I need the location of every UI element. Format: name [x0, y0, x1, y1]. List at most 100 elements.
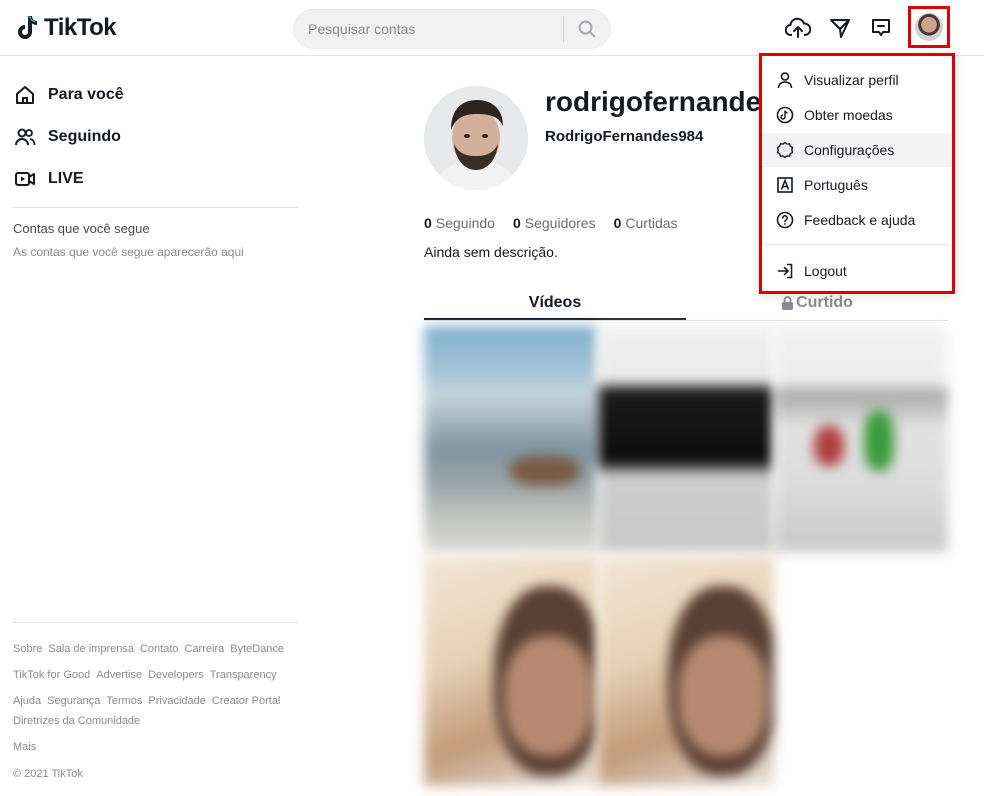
footer-link[interactable]: Creator Portal [212, 695, 280, 707]
tab-videos[interactable]: Vídeos [424, 286, 686, 320]
footer-link[interactable]: TikTok for Good [13, 669, 90, 681]
video-thumbnail[interactable] [598, 556, 774, 786]
search-button[interactable] [564, 9, 610, 49]
user-icon [777, 72, 793, 89]
sidebar-divider [12, 207, 298, 208]
menu-item-label: Feedback e ajuda [804, 212, 916, 228]
inbox-button[interactable] [826, 14, 854, 42]
upload-button[interactable] [784, 14, 812, 42]
tab-videos-label: Vídeos [528, 294, 582, 311]
video-grid [424, 326, 948, 786]
footer-link[interactable]: Diretrizes da Comunidade [13, 715, 140, 727]
tab-liked-label: Curtido [796, 294, 853, 311]
profile-avatar [424, 86, 528, 190]
following-accounts-empty: As contas que você segue aparecerão aqui [13, 245, 244, 259]
menu-divider [766, 244, 950, 245]
menu-item-view-profile[interactable]: Visualizar perfil [762, 63, 952, 97]
sidebar-item-para-voce[interactable]: Para você [14, 84, 124, 106]
menu-item-feedback-help[interactable]: Feedback e ajuda [762, 203, 952, 237]
inbox-send-icon [830, 19, 850, 38]
menu-item-label: Visualizar perfil [804, 72, 899, 88]
footer-link[interactable]: Ajuda [13, 695, 41, 707]
settings-gear-icon [776, 141, 794, 159]
footer-link[interactable]: Developers [148, 669, 204, 681]
avatar [915, 13, 943, 41]
profile-username: rodrigofernandes [545, 86, 760, 117]
sidebar: Para você Seguindo LIVE Contas que você … [0, 56, 300, 796]
sidebar-item-label: LIVE [48, 170, 84, 187]
sidebar-item-label: Para você [48, 86, 124, 103]
footer-copyright: © 2021 TikTok [13, 768, 83, 780]
tiktok-note-icon [18, 16, 37, 39]
search-icon [578, 20, 596, 38]
footer-link[interactable]: Sobre [13, 643, 42, 655]
upload-cloud-icon [785, 17, 811, 38]
thumb-detail [510, 456, 580, 486]
thumb-detail [678, 636, 768, 756]
footer-link[interactable]: Termos [106, 695, 142, 707]
video-thumbnail[interactable] [774, 326, 948, 552]
menu-item-label: Português [804, 177, 868, 193]
sidebar-item-seguindo[interactable]: Seguindo [14, 126, 121, 148]
sidebar-divider [12, 622, 298, 623]
profile-stats: 0 Seguindo 0 Seguidores 0 Curtidas [424, 215, 678, 231]
lock-icon [782, 296, 794, 310]
language-icon [777, 177, 793, 193]
home-icon [16, 86, 34, 104]
footer-link[interactable]: Advertise [96, 669, 142, 681]
tiktok-logo[interactable]: TikTok [16, 14, 117, 42]
following-accounts-title: Contas que você segue [13, 221, 150, 236]
messages-button[interactable] [867, 14, 895, 42]
logout-icon [777, 263, 793, 279]
sidebar-item-live[interactable]: LIVE [14, 168, 84, 190]
menu-item-label: Obter moedas [804, 107, 893, 123]
menu-item-logout[interactable]: Logout [762, 254, 952, 288]
footer-link[interactable]: Privacidade [148, 695, 205, 707]
thumb-detail [504, 636, 594, 756]
video-thumbnail[interactable] [598, 326, 774, 552]
footer-link[interactable]: Sala de imprensa [48, 643, 134, 655]
footer-links-row: Sobre Sala de imprensa Contato Carreira … [13, 643, 284, 655]
stat-likes-label: Curtidas [625, 215, 678, 231]
users-icon [15, 128, 36, 146]
profile-dropdown-menu: Visualizar perfil Obter moedas Configura… [759, 53, 955, 294]
stat-likes-count: 0 [613, 215, 622, 231]
copyright-text: © 2021 TikTok [13, 768, 83, 780]
search-bar [293, 9, 611, 49]
search-input[interactable] [294, 21, 564, 37]
thumb-detail [814, 426, 844, 466]
menu-item-language[interactable]: Português [762, 168, 952, 202]
menu-item-settings[interactable]: Configurações [762, 133, 952, 167]
footer-links-row: Diretrizes da Comunidade [13, 715, 140, 727]
messages-icon [872, 19, 890, 36]
tiktok-coin-icon [776, 106, 794, 124]
stat-followers[interactable]: 0 Seguidores [513, 215, 596, 231]
live-camera-icon [15, 172, 35, 186]
video-thumbnail[interactable] [424, 556, 598, 786]
menu-item-label: Configurações [804, 142, 895, 158]
stat-followers-label: Seguidores [524, 215, 596, 231]
footer-link[interactable]: Carreira [185, 643, 225, 655]
stat-following-count: 0 [424, 215, 432, 231]
stat-likes: 0 Curtidas [614, 215, 678, 231]
footer-more[interactable]: Mais [13, 741, 36, 753]
top-header: TikTok [0, 0, 984, 56]
menu-item-get-coins[interactable]: Obter moedas [762, 98, 952, 132]
footer-link[interactable]: Contato [140, 643, 179, 655]
video-thumbnail[interactable] [424, 326, 598, 552]
logo-text: TikTok [44, 14, 117, 41]
footer-link[interactable]: ByteDance [230, 643, 284, 655]
sidebar-item-label: Seguindo [48, 128, 121, 145]
help-circle-icon [776, 211, 794, 229]
profile-avatar-button[interactable] [908, 6, 950, 48]
menu-item-label: Logout [804, 263, 847, 279]
footer-link[interactable]: Transparency [210, 669, 277, 681]
footer-links-row: TikTok for Good Advertise Developers Tra… [13, 669, 277, 681]
stat-following[interactable]: 0 Seguindo [424, 215, 495, 231]
footer-link[interactable]: Segurança [47, 695, 100, 707]
stat-following-label: Seguindo [435, 215, 495, 231]
profile-display-name: RodrigoFernandes984 [545, 128, 704, 145]
profile-photo [424, 86, 528, 190]
footer-links-row: Ajuda Segurança Termos Privacidade Creat… [13, 695, 280, 707]
thumb-detail [864, 411, 894, 471]
